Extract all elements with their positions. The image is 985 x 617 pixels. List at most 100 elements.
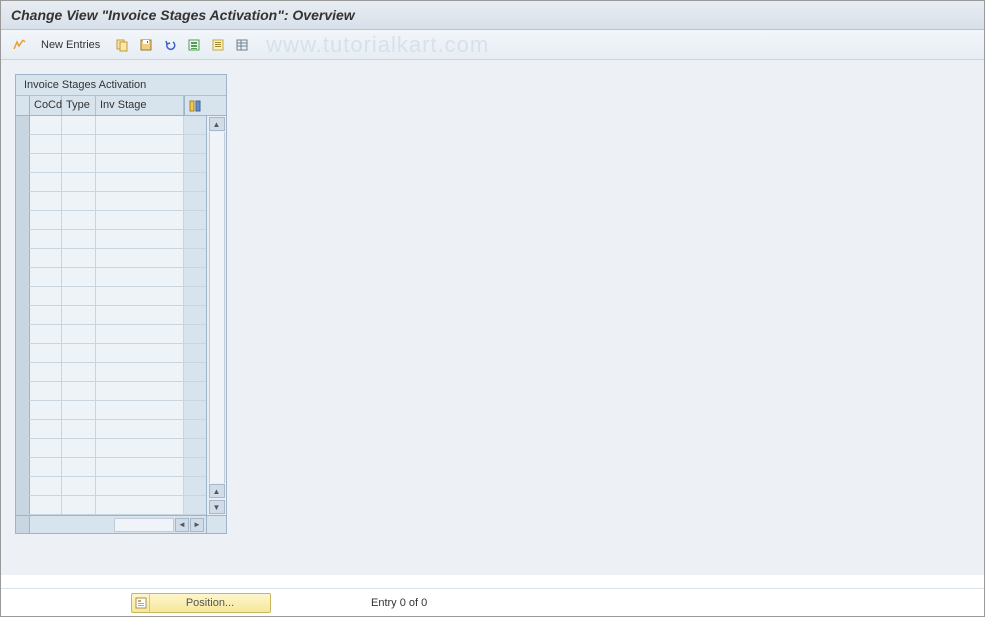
row-selector[interactable] bbox=[16, 287, 30, 305]
cocd-cell[interactable] bbox=[30, 249, 62, 267]
row-selector[interactable] bbox=[16, 211, 30, 229]
row-selector[interactable] bbox=[16, 116, 30, 134]
row-selector[interactable] bbox=[16, 306, 30, 324]
scroll-track[interactable] bbox=[209, 132, 225, 483]
inv-stage-cell[interactable] bbox=[96, 154, 184, 172]
inv-stage-cell[interactable] bbox=[96, 287, 184, 305]
toggle-icon[interactable] bbox=[9, 35, 29, 55]
select-column-header[interactable] bbox=[16, 96, 30, 115]
select-all-icon[interactable] bbox=[184, 35, 204, 55]
table-row[interactable] bbox=[16, 306, 206, 325]
vertical-scrollbar[interactable]: ▲ ▲ ▼ bbox=[206, 116, 226, 515]
table-row[interactable] bbox=[16, 211, 206, 230]
table-settings-icon[interactable] bbox=[232, 35, 252, 55]
type-cell[interactable] bbox=[62, 116, 96, 134]
table-row[interactable] bbox=[16, 173, 206, 192]
row-selector[interactable] bbox=[16, 325, 30, 343]
table-row[interactable] bbox=[16, 135, 206, 154]
table-row[interactable] bbox=[16, 154, 206, 173]
row-selector[interactable] bbox=[16, 192, 30, 210]
type-cell[interactable] bbox=[62, 439, 96, 457]
copy-icon[interactable] bbox=[112, 35, 132, 55]
row-selector[interactable] bbox=[16, 344, 30, 362]
table-row[interactable] bbox=[16, 401, 206, 420]
table-row[interactable] bbox=[16, 382, 206, 401]
cocd-cell[interactable] bbox=[30, 344, 62, 362]
scroll-down-icon[interactable]: ▼ bbox=[209, 500, 225, 514]
cocd-cell[interactable] bbox=[30, 268, 62, 286]
cocd-cell[interactable] bbox=[30, 420, 62, 438]
type-cell[interactable] bbox=[62, 154, 96, 172]
table-row[interactable] bbox=[16, 477, 206, 496]
inv-stage-cell[interactable] bbox=[96, 306, 184, 324]
scroll-up-icon[interactable]: ▲ bbox=[209, 117, 225, 131]
inv-stage-cell[interactable] bbox=[96, 458, 184, 476]
type-cell[interactable] bbox=[62, 268, 96, 286]
row-selector[interactable] bbox=[16, 420, 30, 438]
row-selector[interactable] bbox=[16, 458, 30, 476]
inv-stage-cell[interactable] bbox=[96, 382, 184, 400]
type-cell[interactable] bbox=[62, 173, 96, 191]
table-row[interactable] bbox=[16, 458, 206, 477]
row-selector[interactable] bbox=[16, 496, 30, 514]
inv-stage-cell[interactable] bbox=[96, 173, 184, 191]
table-row[interactable] bbox=[16, 363, 206, 382]
row-selector[interactable] bbox=[16, 135, 30, 153]
table-row[interactable] bbox=[16, 192, 206, 211]
cocd-column-header[interactable]: CoCd bbox=[30, 96, 62, 115]
table-row[interactable] bbox=[16, 116, 206, 135]
cocd-cell[interactable] bbox=[30, 116, 62, 134]
table-row[interactable] bbox=[16, 230, 206, 249]
row-selector[interactable] bbox=[16, 363, 30, 381]
inv-stage-cell[interactable] bbox=[96, 496, 184, 514]
inv-stage-cell[interactable] bbox=[96, 420, 184, 438]
scroll-right-icon[interactable]: ► bbox=[190, 518, 204, 532]
inv-stage-cell[interactable] bbox=[96, 192, 184, 210]
inv-stage-cell[interactable] bbox=[96, 230, 184, 248]
row-selector[interactable] bbox=[16, 439, 30, 457]
cocd-cell[interactable] bbox=[30, 154, 62, 172]
row-selector[interactable] bbox=[16, 154, 30, 172]
table-row[interactable] bbox=[16, 287, 206, 306]
inv-stage-column-header[interactable]: Inv Stage bbox=[96, 96, 184, 115]
save-icon[interactable] bbox=[136, 35, 156, 55]
type-cell[interactable] bbox=[62, 477, 96, 495]
row-selector[interactable] bbox=[16, 230, 30, 248]
table-row[interactable] bbox=[16, 496, 206, 515]
type-cell[interactable] bbox=[62, 306, 96, 324]
inv-stage-cell[interactable] bbox=[96, 325, 184, 343]
cocd-cell[interactable] bbox=[30, 382, 62, 400]
inv-stage-cell[interactable] bbox=[96, 477, 184, 495]
scroll-up2-icon[interactable]: ▲ bbox=[209, 484, 225, 498]
cocd-cell[interactable] bbox=[30, 306, 62, 324]
inv-stage-cell[interactable] bbox=[96, 249, 184, 267]
scroll-left-icon[interactable]: ◄ bbox=[175, 518, 189, 532]
cocd-cell[interactable] bbox=[30, 477, 62, 495]
hscroll-track[interactable] bbox=[114, 518, 174, 532]
row-selector[interactable] bbox=[16, 249, 30, 267]
type-column-header[interactable]: Type bbox=[62, 96, 96, 115]
type-cell[interactable] bbox=[62, 363, 96, 381]
table-row[interactable] bbox=[16, 325, 206, 344]
type-cell[interactable] bbox=[62, 382, 96, 400]
type-cell[interactable] bbox=[62, 401, 96, 419]
type-cell[interactable] bbox=[62, 249, 96, 267]
row-selector[interactable] bbox=[16, 268, 30, 286]
inv-stage-cell[interactable] bbox=[96, 211, 184, 229]
new-entries-button[interactable]: New Entries bbox=[33, 37, 108, 53]
table-row[interactable] bbox=[16, 249, 206, 268]
configure-columns-icon[interactable] bbox=[184, 96, 204, 115]
undo-icon[interactable] bbox=[160, 35, 180, 55]
table-row[interactable] bbox=[16, 268, 206, 287]
cocd-cell[interactable] bbox=[30, 439, 62, 457]
cocd-cell[interactable] bbox=[30, 230, 62, 248]
table-row[interactable] bbox=[16, 420, 206, 439]
inv-stage-cell[interactable] bbox=[96, 116, 184, 134]
type-cell[interactable] bbox=[62, 135, 96, 153]
row-selector[interactable] bbox=[16, 477, 30, 495]
inv-stage-cell[interactable] bbox=[96, 401, 184, 419]
inv-stage-cell[interactable] bbox=[96, 439, 184, 457]
position-button[interactable]: Position... bbox=[131, 593, 271, 613]
row-selector[interactable] bbox=[16, 401, 30, 419]
cocd-cell[interactable] bbox=[30, 173, 62, 191]
